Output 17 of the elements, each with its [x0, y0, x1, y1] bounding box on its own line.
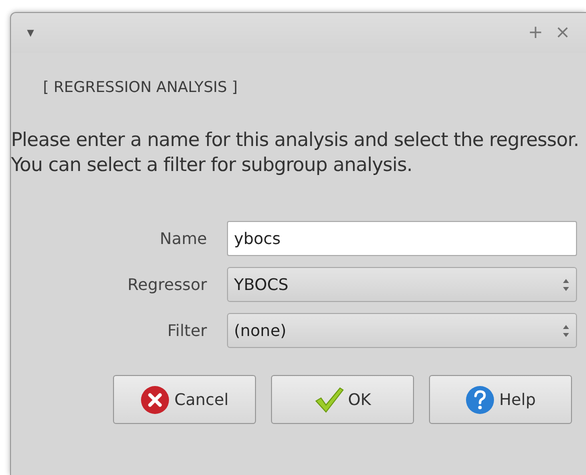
field-label: Filter: [166, 321, 207, 340]
help-icon: [465, 384, 496, 414]
dropdown[interactable]: (none): [227, 313, 577, 348]
spinner-icon: [562, 324, 570, 338]
ok-button[interactable]: OK: [271, 375, 414, 424]
cancel-icon: [140, 384, 170, 414]
instructions-text: Please enter a name for this analysis and select the regressor. You can select a filter for subgroup analysis.: [11, 128, 580, 178]
checkmark-icon: [314, 386, 344, 412]
cancel-button[interactable]: Cancel: [113, 375, 256, 424]
help-button[interactable]: Help: [429, 375, 572, 424]
field-label: Name: [158, 229, 207, 248]
window-menu-button[interactable]: ▾: [27, 25, 34, 41]
name-input[interactable]: ybocs: [227, 221, 577, 256]
dropdown[interactable]: YBOCS: [227, 267, 577, 302]
dialog-heading: [ REGRESSION ANALYSIS ]: [43, 78, 239, 96]
spinner-icon: [562, 278, 570, 292]
field-label: Regressor: [126, 275, 207, 294]
